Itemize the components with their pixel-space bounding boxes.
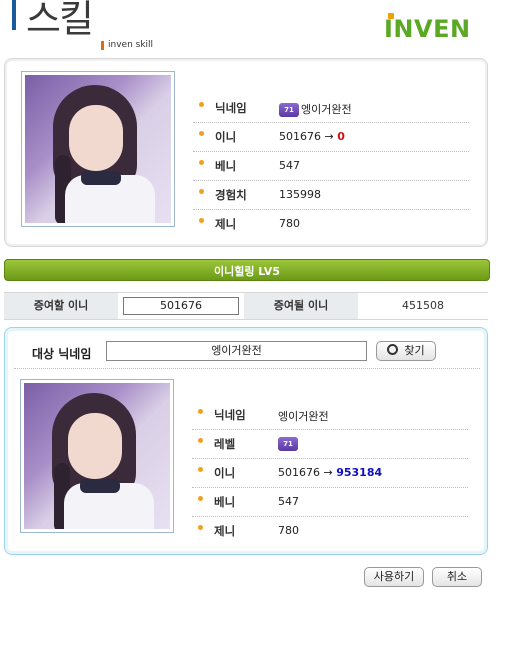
row-value: 엥이거완전 bbox=[278, 410, 329, 423]
row-label: 제니 bbox=[215, 217, 237, 231]
page-title: 스킬 bbox=[26, 0, 94, 41]
row-label: 닉네임 bbox=[215, 101, 247, 115]
ini-after: 0 bbox=[337, 130, 345, 143]
target-row-ini: 이니 501676 → 953184 bbox=[192, 458, 468, 488]
row-label: 경험치 bbox=[215, 188, 247, 202]
my-row-exp: 경험치 135998 bbox=[193, 180, 469, 210]
search-icon bbox=[387, 344, 399, 355]
ini-before: 501676 → bbox=[278, 466, 333, 479]
row-label: 제니 bbox=[214, 524, 236, 538]
ini-before: 501676 → bbox=[279, 130, 334, 143]
bullet-icon bbox=[198, 409, 203, 414]
level-badge-icon: 71 bbox=[279, 103, 299, 117]
target-nickname-label: 대상 닉네임 bbox=[32, 347, 92, 361]
cancel-button[interactable]: 취소 bbox=[432, 567, 482, 587]
row-value: 501676 → 953184 bbox=[278, 466, 382, 479]
row-value: 547 bbox=[278, 495, 299, 508]
give-label: 증여할 이니 bbox=[4, 293, 118, 319]
search-label: 찾기 bbox=[404, 344, 425, 357]
avatar-image bbox=[25, 75, 171, 223]
row-label: 베니 bbox=[215, 159, 237, 173]
row-label: 이니 bbox=[214, 466, 236, 480]
bullet-icon bbox=[199, 160, 204, 165]
bullet-icon bbox=[199, 102, 204, 107]
my-row-nickname: 닉네임 71 엥이거완전 bbox=[193, 93, 469, 123]
subtitle-marker bbox=[101, 41, 104, 50]
target-row-zeni: 제니 780 bbox=[192, 516, 468, 545]
row-value: 135998 bbox=[279, 188, 321, 201]
my-profile-panel: 닉네임 71 엥이거완전 이니 501676 → 0 베니 547 경험치 135… bbox=[4, 58, 488, 247]
receive-value: 451508 bbox=[402, 299, 444, 312]
bullet-icon bbox=[198, 496, 203, 501]
inven-logo: INVEN bbox=[384, 15, 471, 43]
my-row-zeni: 제니 780 bbox=[193, 209, 469, 238]
receive-label: 증여될 이니 bbox=[244, 293, 358, 319]
row-label: 레벨 bbox=[214, 437, 236, 451]
bullet-icon bbox=[199, 218, 204, 223]
gift-row: 증여할 이니 501676 증여될 이니 451508 bbox=[4, 292, 488, 320]
row-value: 71 bbox=[278, 437, 300, 451]
divider bbox=[14, 368, 480, 369]
target-avatar bbox=[20, 379, 174, 533]
target-nickname-input[interactable]: 엥이거완전 bbox=[106, 341, 367, 361]
target-row-beni: 베니 547 bbox=[192, 487, 468, 517]
search-button[interactable]: 찾기 bbox=[376, 341, 436, 361]
header-accent-bar bbox=[12, 0, 16, 30]
bullet-icon bbox=[199, 189, 204, 194]
row-value: 780 bbox=[278, 524, 299, 537]
my-avatar bbox=[21, 71, 175, 227]
level-badge-icon: 71 bbox=[278, 437, 298, 451]
bullet-icon bbox=[198, 525, 203, 530]
bullet-icon bbox=[198, 467, 203, 472]
row-label: 닉네임 bbox=[214, 408, 246, 422]
target-row-level: 레벨 71 bbox=[192, 429, 468, 459]
avatar-image bbox=[24, 383, 170, 529]
row-label: 베니 bbox=[214, 495, 236, 509]
page-subtitle: inven skill bbox=[108, 40, 154, 50]
my-row-ini: 이니 501676 → 0 bbox=[193, 122, 469, 152]
skill-title-bar: 이니힐링 LV5 bbox=[4, 259, 490, 281]
nickname-value: 엥이거완전 bbox=[301, 103, 352, 116]
bullet-icon bbox=[199, 131, 204, 136]
use-button[interactable]: 사용하기 bbox=[364, 567, 424, 587]
bullet-icon bbox=[198, 438, 203, 443]
give-amount-input[interactable]: 501676 bbox=[123, 297, 239, 315]
ini-after: 953184 bbox=[336, 466, 383, 479]
target-row-nickname: 닉네임 엥이거완전 bbox=[192, 400, 468, 430]
my-row-beni: 베니 547 bbox=[193, 151, 469, 181]
row-label: 이니 bbox=[215, 130, 237, 144]
row-value: 501676 → 0 bbox=[279, 130, 345, 143]
row-value: 547 bbox=[279, 159, 300, 172]
row-value: 71 엥이거완전 bbox=[279, 101, 352, 117]
skill-title: 이니힐링 LV5 bbox=[214, 265, 280, 278]
row-value: 780 bbox=[279, 217, 300, 230]
